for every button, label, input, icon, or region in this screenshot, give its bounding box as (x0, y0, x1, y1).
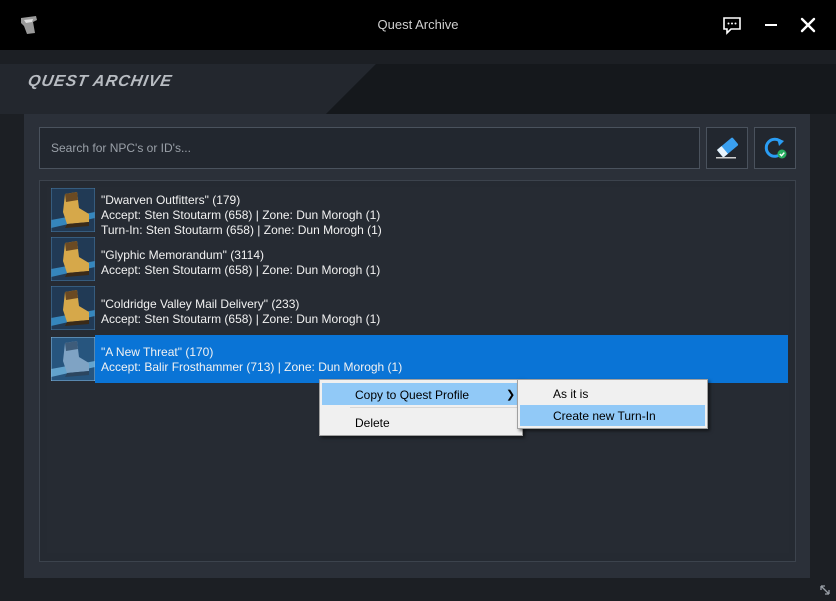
menu-item-label: Delete (355, 416, 390, 430)
minimize-icon[interactable] (758, 12, 784, 38)
quest-item-selected[interactable]: "A New Threat" (170) Accept: Balir Frost… (51, 335, 788, 383)
search-input[interactable] (40, 128, 699, 168)
quest-text: "Coldridge Valley Mail Delivery" (233) A… (101, 297, 380, 327)
app-window: Quest Archive QUEST ARCHIVE Search for N… (0, 0, 836, 601)
resize-icon[interactable] (818, 583, 832, 597)
quest-text: "Glyphic Memorandum" (3114) Accept: Sten… (101, 248, 380, 278)
quest-accept: Accept: Sten Stoutarm (658) | Zone: Dun … (101, 208, 381, 222)
menu-item-label: As it is (553, 387, 589, 401)
quest-title: "A New Threat" (170) (101, 345, 214, 359)
chevron-right-icon: ❯ (506, 389, 516, 401)
quest-item[interactable]: "Coldridge Valley Mail Delivery" (233) A… (51, 286, 788, 334)
quest-item[interactable]: "Dwarven Outfitters" (179) Accept: Sten … (51, 188, 788, 238)
quest-title: "Dwarven Outfitters" (179) (101, 193, 241, 207)
refresh-button[interactable] (754, 127, 796, 169)
quest-accept: Accept: Balir Frosthammer (713) | Zone: … (101, 360, 403, 374)
boots-icon (51, 286, 95, 330)
menu-item-copy-to-quest-profile[interactable]: Copy to Quest Profile ❯ (322, 383, 520, 405)
section-title: QUEST ARCHIVE (26, 73, 174, 90)
quest-title: "Glyphic Memorandum" (3114) (101, 248, 265, 262)
quest-item[interactable]: "Glyphic Memorandum" (3114) Accept: Sten… (51, 237, 788, 285)
eraser-icon (716, 137, 739, 159)
clear-search-button[interactable] (706, 127, 748, 169)
quest-text: "A New Threat" (170) Accept: Balir Frost… (101, 345, 402, 375)
quest-accept: Accept: Sten Stoutarm (658) | Zone: Dun … (101, 263, 381, 277)
quest-accept: Accept: Sten Stoutarm (658) | Zone: Dun … (101, 312, 381, 326)
boots-icon (51, 237, 95, 281)
refresh-check-icon (764, 137, 787, 159)
title-bar[interactable]: Quest Archive (0, 0, 836, 50)
window-title: Quest Archive (377, 17, 459, 32)
quest-turnin: Turn-In: Sten Stoutarm (658) | Zone: Dun… (101, 223, 382, 237)
search-box[interactable] (39, 127, 700, 169)
submenu-item-create-new-turn-in[interactable]: Create new Turn-In (520, 405, 705, 426)
quest-title: "Coldridge Valley Mail Delivery" (233) (101, 297, 300, 311)
context-submenu: As it is Create new Turn-In (517, 379, 708, 429)
submenu-item-as-it-is[interactable]: As it is (520, 383, 705, 404)
menu-item-label: Create new Turn-In (553, 409, 656, 423)
close-icon[interactable] (795, 12, 821, 38)
boots-icon (51, 188, 95, 232)
quest-text: "Dwarven Outfitters" (179) Accept: Sten … (101, 193, 382, 238)
context-menu: Copy to Quest Profile ❯ Delete (319, 379, 523, 436)
chat-bubble-icon[interactable] (719, 12, 745, 38)
menu-separator (350, 407, 520, 408)
boots-icon (51, 337, 95, 381)
menu-item-label: Copy to Quest Profile (355, 388, 470, 402)
menu-item-delete[interactable]: Delete (322, 411, 520, 433)
